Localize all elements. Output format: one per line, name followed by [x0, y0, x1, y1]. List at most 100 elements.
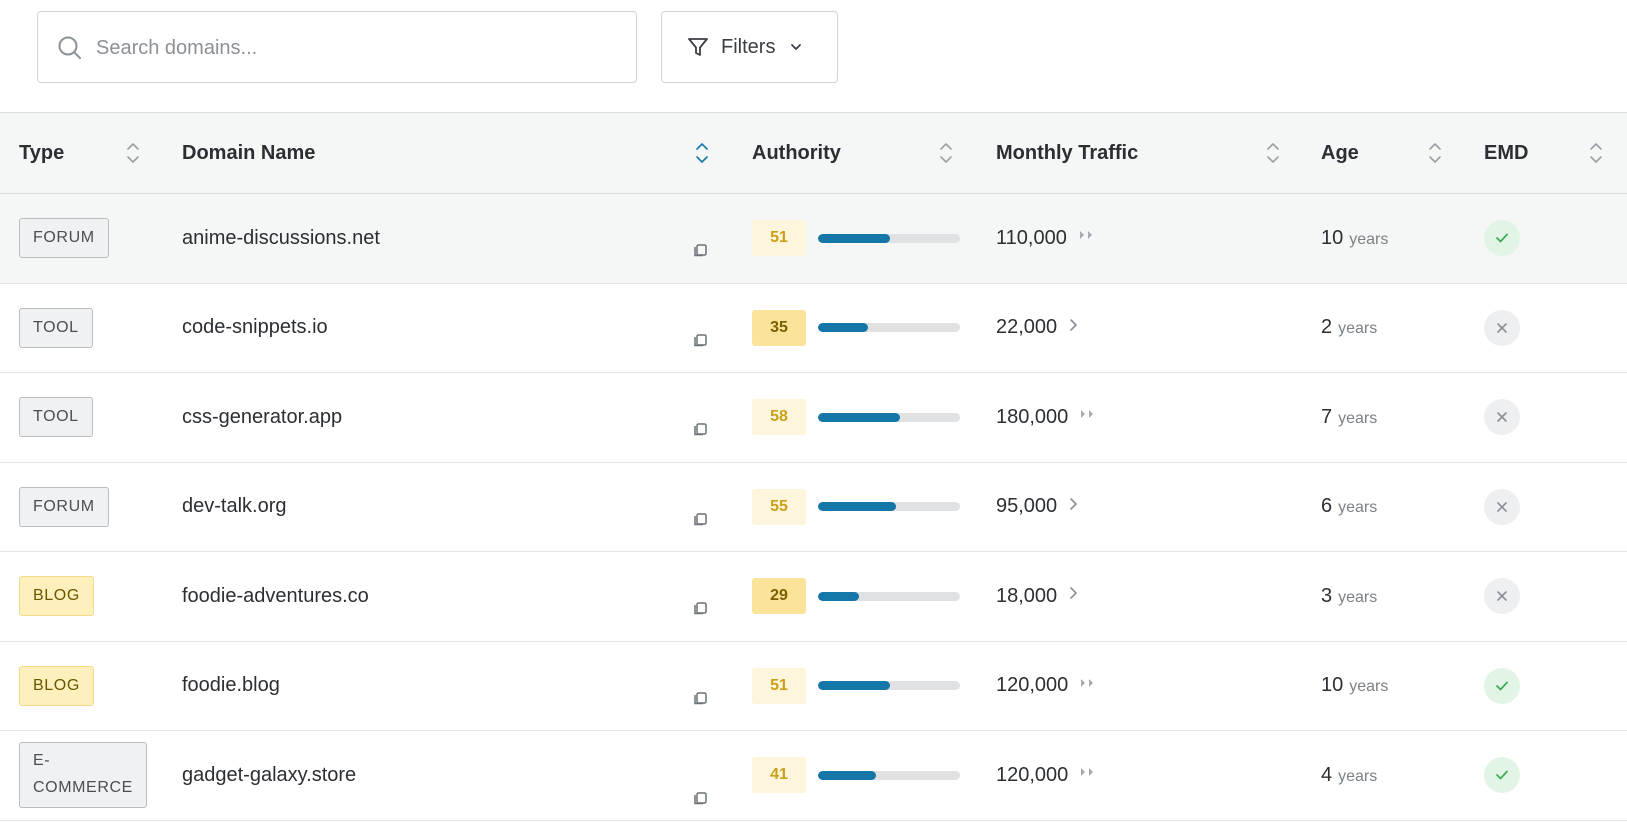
age-cell: 3 years	[1321, 552, 1377, 641]
type-badge: BLOG	[19, 576, 94, 617]
authority-bar	[818, 770, 960, 780]
chevron-down-icon	[791, 44, 802, 50]
domain-name[interactable]: gadget-galaxy.store	[182, 764, 356, 787]
type-badge: TOOL	[19, 307, 93, 348]
authority-bar-fill	[818, 770, 876, 780]
table-row[interactable]: FORUM dev-talk.org 55 95,000 6 years	[0, 462, 1627, 552]
age-cell: 10 years	[1321, 642, 1388, 731]
age-value: 3	[1321, 584, 1333, 607]
emd-cell	[1484, 731, 1520, 820]
sort-icon[interactable]	[1266, 142, 1280, 164]
table-row[interactable]: TOOL css-generator.app 58 180,000 7 years	[0, 373, 1627, 463]
authority-cell: 51	[752, 642, 960, 731]
close-icon	[1497, 412, 1507, 423]
filters-button[interactable]: Filters	[661, 11, 838, 83]
traffic-cell: 120,000	[996, 731, 1094, 820]
traffic-cell: 120,000	[996, 642, 1094, 731]
traffic-value: 22,000	[996, 316, 1058, 339]
column-header-authority[interactable]: Authority	[752, 113, 841, 193]
age-unit: years	[1338, 409, 1378, 427]
age-unit: years	[1349, 230, 1389, 248]
traffic-value: 180,000	[996, 405, 1069, 428]
copy-icon[interactable]	[692, 510, 710, 528]
emd-status	[1484, 667, 1520, 704]
domains-table: Type Domain Name Authority Monthly Traffic A…	[0, 112, 1627, 821]
table-row[interactable]: TOOL code-snippets.io 35 22,000 2 years	[0, 283, 1627, 373]
authority-bar	[818, 502, 960, 512]
sort-icon[interactable]	[126, 142, 140, 164]
authority-bar-fill	[818, 681, 890, 691]
trend-icon	[1069, 497, 1079, 510]
column-header-type[interactable]: Type	[19, 113, 64, 193]
emd-cell	[1484, 463, 1520, 552]
table-row[interactable]: BLOG foodie.blog 51 120,000 10 years	[0, 641, 1627, 731]
close-icon	[1497, 501, 1507, 512]
copy-icon[interactable]	[692, 789, 710, 807]
sort-icon[interactable]	[1589, 142, 1603, 164]
authority-cell: 35	[752, 284, 960, 373]
sort-icon[interactable]	[939, 142, 953, 164]
traffic-cell: 95,000	[996, 463, 1079, 552]
authority-bar-fill	[818, 591, 859, 601]
authority-cell: 58	[752, 373, 960, 462]
traffic-value: 18,000	[996, 584, 1058, 607]
search-box[interactable]	[37, 11, 637, 83]
close-icon	[1497, 322, 1507, 333]
table-row[interactable]: FORUM anime-discussions.net 51 110,000 10 yea…	[0, 194, 1627, 284]
authority-score: 51	[752, 667, 806, 704]
age-unit: years	[1338, 767, 1378, 785]
copy-icon[interactable]	[692, 241, 710, 259]
traffic-value: 120,000	[996, 763, 1069, 786]
emd-status	[1484, 578, 1520, 615]
domain-name[interactable]: foodie.blog	[182, 674, 280, 697]
authority-cell: 41	[752, 731, 960, 820]
sort-icon[interactable]	[695, 142, 709, 164]
table-row[interactable]: BLOG foodie-adventures.co 29 18,000 3 years	[0, 552, 1627, 642]
domain-name[interactable]: code-snippets.io	[182, 316, 328, 339]
filters-label: Filters	[721, 35, 776, 58]
emd-cell	[1484, 194, 1520, 283]
age-unit: years	[1338, 320, 1378, 338]
emd-cell	[1484, 642, 1520, 731]
authority-score: 58	[752, 399, 806, 436]
check-icon	[1496, 681, 1508, 691]
authority-cell: 29	[752, 552, 960, 641]
domain-name[interactable]: dev-talk.org	[182, 495, 287, 518]
type-badge-line: COMMERCE	[33, 779, 133, 797]
domain-cell: foodie.blog	[182, 642, 280, 731]
copy-icon[interactable]	[692, 599, 710, 617]
sort-icon[interactable]	[1428, 142, 1442, 164]
trend-icon	[1080, 409, 1094, 419]
domain-name[interactable]: foodie-adventures.co	[182, 585, 369, 608]
type-badge: FORUM	[19, 486, 109, 527]
traffic-value: 110,000	[996, 226, 1067, 249]
trend-icon	[1069, 318, 1079, 331]
traffic-cell: 18,000	[996, 552, 1079, 641]
type-badge-line: E-	[33, 752, 51, 770]
copy-icon[interactable]	[692, 331, 710, 349]
column-header-emd[interactable]: EMD	[1484, 113, 1528, 193]
age-cell: 2 years	[1321, 284, 1377, 373]
table-body: FORUM anime-discussions.net 51 110,000 10 yea…	[0, 194, 1627, 821]
age-cell: 7 years	[1321, 373, 1377, 462]
age-unit: years	[1338, 499, 1378, 517]
column-header-traffic[interactable]: Monthly Traffic	[996, 113, 1138, 193]
copy-icon[interactable]	[692, 420, 710, 438]
age-cell: 10 years	[1321, 194, 1388, 283]
table-row[interactable]: E- COMMERCE gadget-galaxy.store 41 120,000 4 y…	[0, 731, 1627, 821]
column-header-domain[interactable]: Domain Name	[182, 113, 315, 193]
domain-name[interactable]: anime-discussions.net	[182, 227, 380, 250]
type-badge: E- COMMERCE	[19, 742, 147, 809]
authority-cell: 51	[752, 194, 960, 283]
domain-name[interactable]: css-generator.app	[182, 406, 342, 429]
authority-bar	[818, 681, 960, 691]
copy-icon[interactable]	[692, 689, 710, 707]
close-icon	[1497, 591, 1507, 602]
column-header-age[interactable]: Age	[1321, 113, 1359, 193]
emd-status	[1484, 220, 1520, 257]
search-input[interactable]	[96, 30, 616, 66]
traffic-value: 95,000	[996, 495, 1058, 518]
age-cell: 4 years	[1321, 731, 1377, 820]
domain-cell: anime-discussions.net	[182, 194, 380, 283]
type-cell: TOOL	[19, 284, 93, 373]
